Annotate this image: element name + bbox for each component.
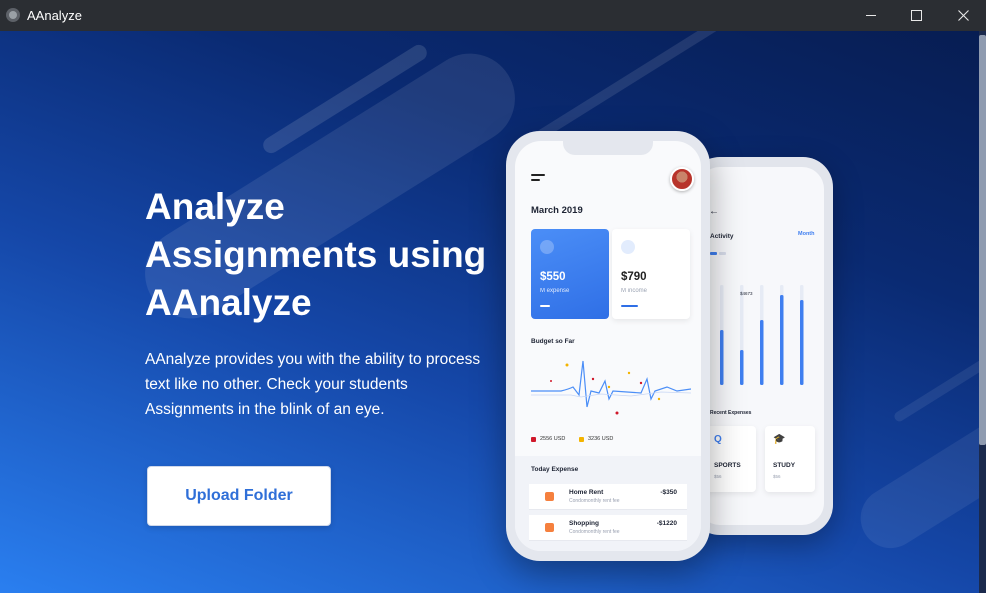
bar-value-label: $4673 xyxy=(740,291,753,296)
back-arrow-icon: ← xyxy=(709,206,719,217)
legend-label: 3236 USD xyxy=(588,436,614,442)
menu-icon xyxy=(531,174,545,184)
recent-expenses-title: Recent Expenses xyxy=(710,410,752,416)
expense-tile-sports: Q SPORTS $56 xyxy=(706,426,756,492)
decor-streak xyxy=(849,402,986,560)
expense-subtext: Condomonthly rent fee xyxy=(569,529,620,535)
close-icon xyxy=(957,10,969,21)
legend-label: 2556 USD xyxy=(540,436,566,442)
card-amount: $790 xyxy=(621,271,647,283)
expense-amount: -$350 xyxy=(660,489,677,496)
card-indicator xyxy=(621,305,638,307)
expense-row: Shopping Condomonthly rent fee -$1220 xyxy=(529,515,687,541)
tile-name: SPORTS xyxy=(714,462,741,469)
period-label: Month xyxy=(798,231,815,237)
sports-icon: Q xyxy=(714,434,722,445)
title-bar: AAnalyze xyxy=(0,0,986,31)
legend-swatch xyxy=(579,436,584,442)
graduation-cap-icon: 🎓 xyxy=(773,434,786,445)
app-globe-icon xyxy=(6,8,20,22)
tab-indicator xyxy=(719,252,726,255)
activity-bar-chart: $4673 xyxy=(720,285,804,385)
tile-name: STUDY xyxy=(773,462,796,469)
activity-bar xyxy=(780,295,784,385)
phone-screen: ← Activity Month $4673 Recent Expenses Q… xyxy=(698,167,824,525)
card-label: M expense xyxy=(540,288,570,294)
phone-notch xyxy=(563,141,653,155)
income-card: $790 M income xyxy=(612,229,690,319)
expense-row: Home Rent Condomonthly rent fee -$350 xyxy=(529,484,687,510)
expense-name: Home Rent xyxy=(569,489,604,496)
landing-content: Analyze Assignments using AAnalyze AAnal… xyxy=(0,31,986,593)
budget-title: Budget so Far xyxy=(531,338,575,345)
minimize-icon xyxy=(866,15,876,16)
expense-amount: -$1220 xyxy=(656,520,677,527)
activity-bar xyxy=(800,300,804,385)
maximize-button[interactable] xyxy=(893,0,939,31)
legend-swatch xyxy=(531,436,536,442)
legend-item: 2556 USD xyxy=(531,436,565,442)
expense-tile-study: 🎓 STUDY $56 xyxy=(765,426,815,492)
month-label: March 2019 xyxy=(531,205,583,216)
card-label: M income xyxy=(621,288,648,294)
upload-folder-button[interactable]: Upload Folder xyxy=(147,466,331,526)
card-indicator xyxy=(540,305,550,307)
activity-title: Activity xyxy=(710,233,734,240)
tab-indicator-active xyxy=(710,252,717,255)
card-amount: $550 xyxy=(540,271,566,283)
activity-bar xyxy=(720,330,724,385)
wallet-icon xyxy=(540,240,554,254)
activity-bar xyxy=(740,350,744,385)
minimize-button[interactable] xyxy=(848,0,894,31)
today-expense-title: Today Expense xyxy=(531,466,579,473)
expense-name: Shopping xyxy=(569,520,599,527)
phone-notch xyxy=(728,157,788,167)
hero-description: AAnalyze provides you with the ability t… xyxy=(145,351,481,418)
wallet-icon xyxy=(621,240,635,254)
expense-card: $550 M expense xyxy=(531,229,609,319)
tile-amount: $56 xyxy=(773,474,781,479)
maximize-icon xyxy=(910,10,922,21)
today-expense-section: Today Expense Home Rent Condomonthly ren… xyxy=(515,456,701,551)
vertical-scrollbar[interactable] xyxy=(979,31,986,593)
decor-streak xyxy=(534,31,736,142)
scrollbar-thumb[interactable] xyxy=(979,35,986,445)
expense-subtext: Condomonthly rent fee xyxy=(569,498,620,504)
activity-bar xyxy=(760,320,764,385)
app-window: AAnalyze Analyze Assignments using AAnal… xyxy=(0,0,986,593)
hero-title: Analyze Assignments using AAnalyze xyxy=(145,186,487,323)
phone-screen: March 2019 $550 M expense $790 M income … xyxy=(515,141,701,551)
avatar xyxy=(670,167,694,191)
home-icon xyxy=(545,492,554,501)
shopping-icon xyxy=(545,523,554,532)
decor-streak xyxy=(892,308,986,424)
close-button[interactable] xyxy=(940,0,986,31)
legend-item: 3236 USD xyxy=(579,436,613,442)
phone-mockup-secondary: ← Activity Month $4673 Recent Expenses Q… xyxy=(690,157,833,535)
window-title: AAnalyze xyxy=(27,8,82,23)
budget-wave-chart xyxy=(531,360,691,415)
phone-mockup-main: March 2019 $550 M expense $790 M income … xyxy=(506,131,710,561)
tile-amount: $56 xyxy=(714,474,722,479)
